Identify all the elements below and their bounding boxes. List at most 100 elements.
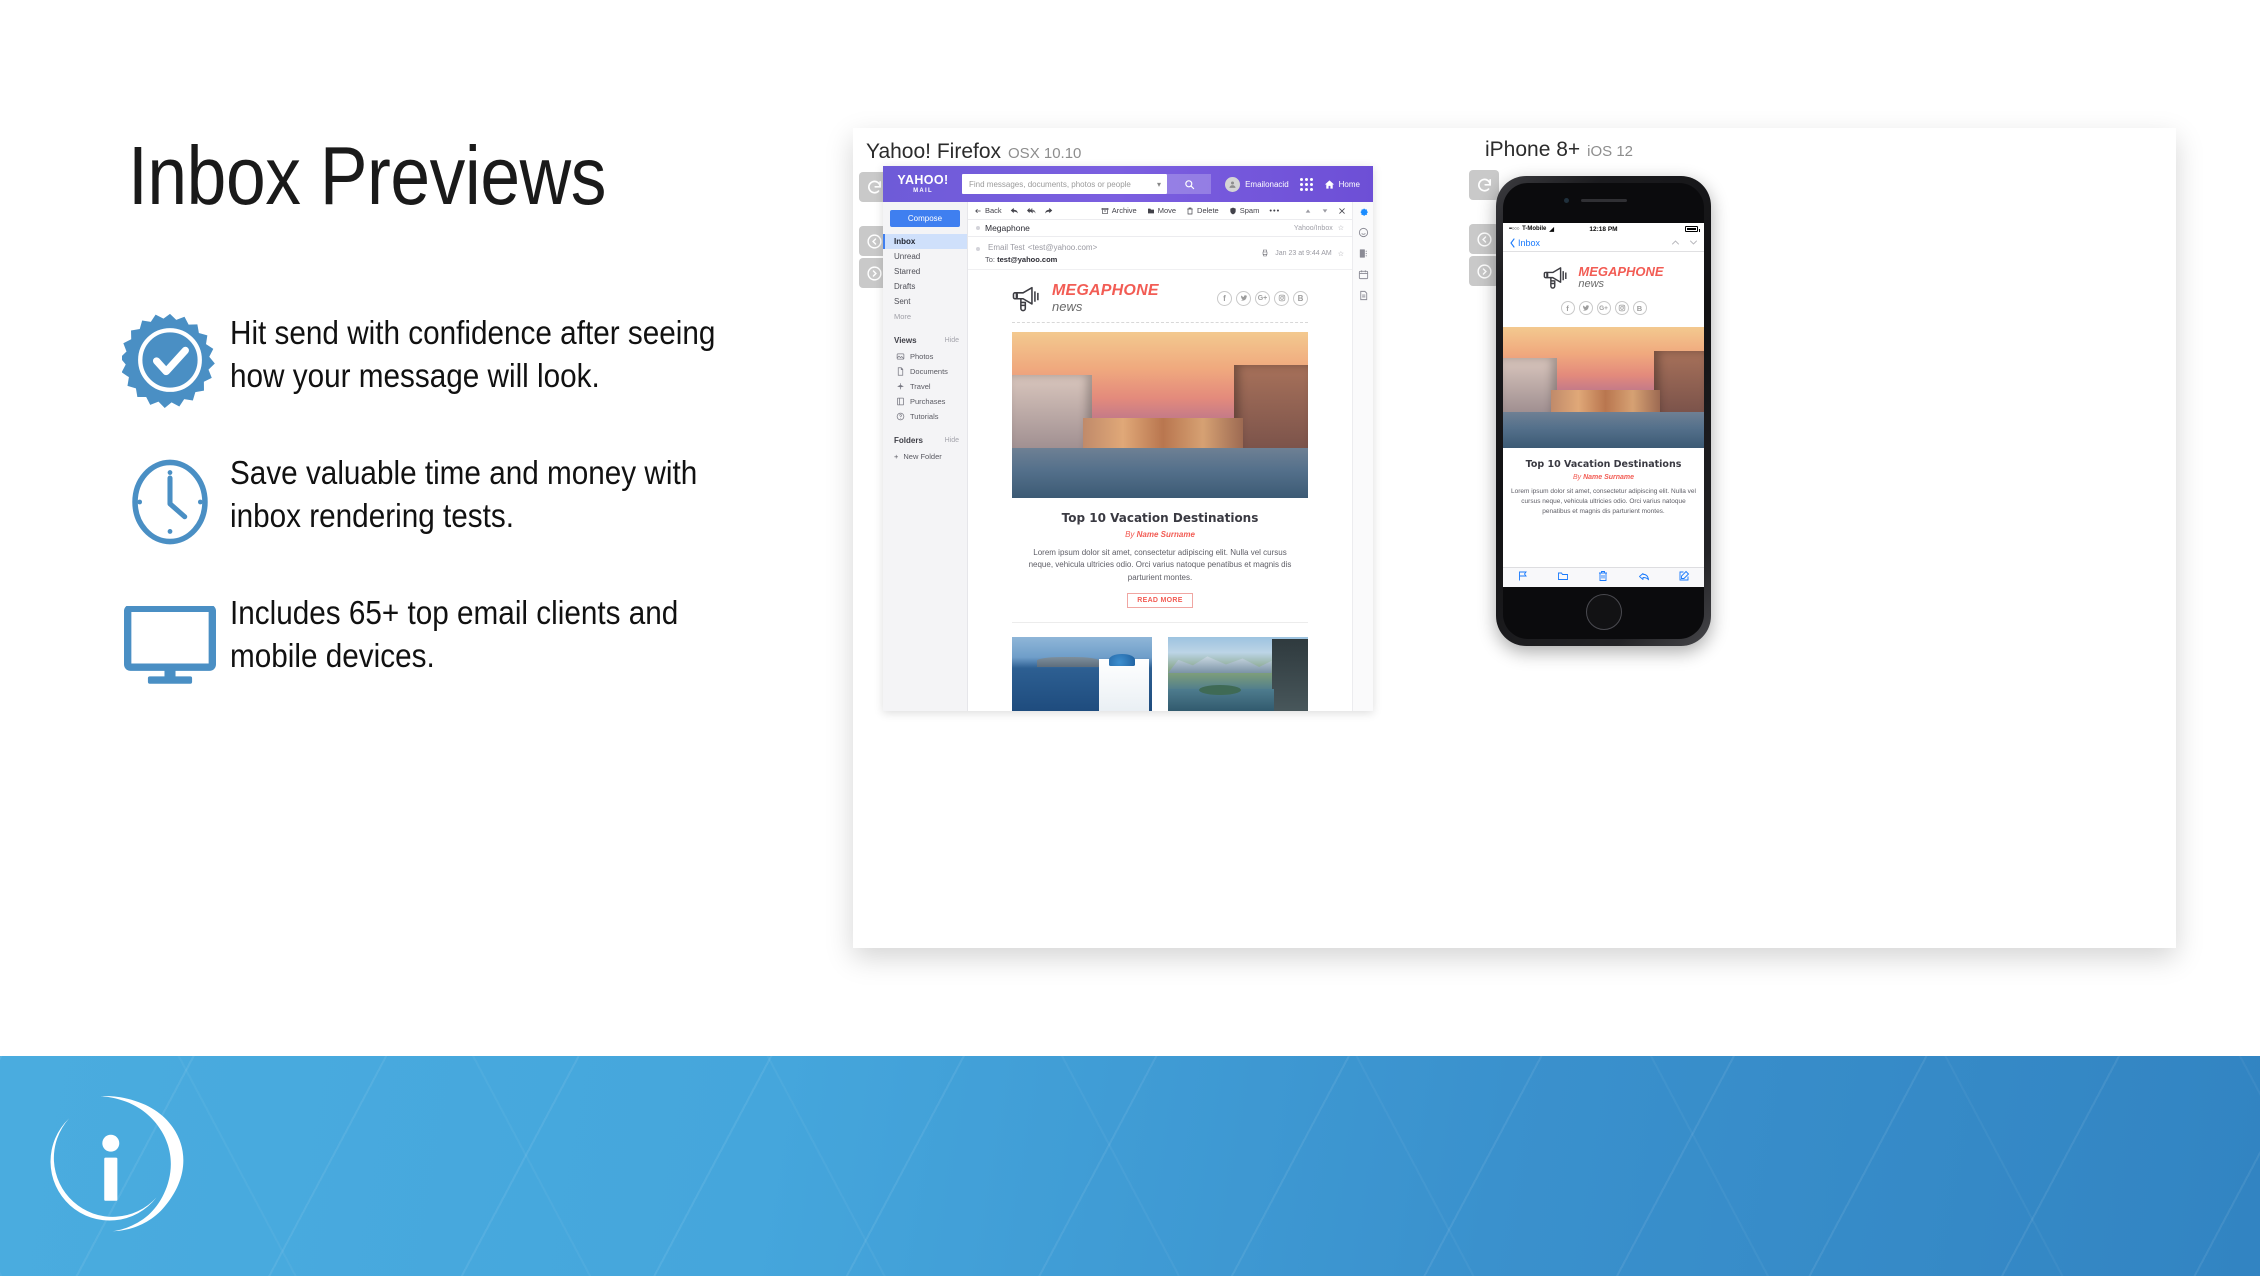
recipient-label: To: — [985, 255, 996, 264]
print-icon[interactable] — [1261, 249, 1269, 259]
apps-grid-icon[interactable] — [1299, 177, 1313, 191]
new-folder-button[interactable]: + New Folder — [883, 449, 967, 464]
calendar-icon[interactable] — [1358, 269, 1369, 280]
sidebar-item-label: Tutorials — [910, 412, 939, 421]
megaphone-wordmark: MEGAPHONE news — [1578, 265, 1663, 290]
banner-pattern-secondary — [0, 1056, 2260, 1276]
arrow-left-icon — [975, 208, 981, 213]
next-message-button[interactable] — [1689, 234, 1698, 252]
article-title: Top 10 Vacation Destinations — [1061, 511, 1259, 525]
home-label: Home — [1338, 179, 1360, 189]
chevron-down-icon[interactable]: ▾ — [1151, 180, 1167, 189]
reply-button[interactable] — [1010, 206, 1019, 215]
yahoo-search-bar[interactable]: ▾ — [962, 174, 1167, 194]
google-plus-icon[interactable]: G+ — [1596, 301, 1611, 315]
instagram-icon[interactable] — [1614, 301, 1629, 315]
twitter-icon[interactable] — [1578, 301, 1593, 315]
preview-canvas: Yahoo! Firefox OSX 10.10 iPhone 8+ iOS 12 … — [853, 128, 2176, 948]
back-button[interactable]: Back — [974, 206, 1002, 215]
account-chip[interactable]: Emailonacid — [1225, 176, 1289, 192]
close-button[interactable] — [1338, 202, 1346, 220]
folder-icon[interactable] — [1557, 569, 1569, 587]
thumbnail-image[interactable] — [1168, 637, 1308, 711]
sidebar-item-travel[interactable]: Travel — [883, 379, 967, 394]
blogger-icon[interactable]: B — [1632, 301, 1647, 315]
sidebar-item-documents[interactable]: Documents — [883, 364, 967, 379]
hero-image — [1503, 327, 1704, 448]
sidebar-item-photos[interactable]: Photos — [883, 349, 967, 364]
sidebar-item-label: Travel — [910, 382, 931, 391]
facebook-icon[interactable]: f — [1217, 290, 1232, 306]
trash-icon[interactable] — [1597, 569, 1609, 587]
home-button[interactable]: Home — [1324, 179, 1360, 190]
contacts-icon[interactable] — [1358, 248, 1369, 259]
home-button[interactable] — [1585, 594, 1622, 630]
search-input[interactable] — [962, 179, 1151, 189]
sidebar-item-starred[interactable]: Starred — [883, 264, 967, 279]
reply-icon[interactable] — [1638, 569, 1650, 587]
thumbnail-image[interactable] — [1012, 637, 1152, 711]
megaphone-wordmark: MEGAPHONE news — [1052, 283, 1159, 314]
article-byline: By Name Surname — [1503, 474, 1704, 481]
sidebar-item-purchases[interactable]: Purchases — [883, 394, 967, 409]
reply-all-button[interactable] — [1026, 206, 1036, 215]
instagram-icon[interactable] — [1274, 290, 1289, 306]
move-button[interactable]: Move — [1147, 206, 1176, 215]
read-more-button[interactable]: READ MORE — [1127, 593, 1193, 609]
back-to-inbox-button[interactable]: Inbox — [1509, 238, 1540, 248]
sidebar-item-more[interactable]: More — [883, 309, 967, 324]
previous-message-button[interactable] — [1671, 234, 1680, 252]
thumbnail-row — [1012, 637, 1308, 711]
star-icon[interactable]: ☆ — [1338, 224, 1344, 232]
notepad-icon[interactable] — [1358, 290, 1369, 301]
archive-label: Archive — [1111, 206, 1137, 215]
sender-dot-icon — [976, 247, 980, 251]
flag-icon[interactable] — [1517, 569, 1529, 587]
iphone-device-frame: ••○○○ T-Mobile ◢ 12:18 PM Inbox MEGAPHON… — [1496, 176, 1711, 646]
mobile-os-name: iOS 12 — [1587, 143, 1634, 160]
sidebar-item-unread[interactable]: Unread — [883, 249, 967, 264]
smiley-icon[interactable] — [1358, 227, 1369, 238]
mobile-previous-button[interactable] — [1469, 224, 1499, 254]
brand-name: MEGAPHONE — [1578, 263, 1664, 279]
byline-author: Name Surname — [1583, 474, 1635, 481]
yahoo-sidebar: Compose Inbox Unread Starred Drafts Sent… — [883, 202, 968, 711]
views-hide-link[interactable]: Hide — [945, 337, 959, 344]
sidebar-item-drafts[interactable]: Drafts — [883, 279, 967, 294]
byline-author: Name Surname — [1136, 530, 1195, 539]
iphone-screen: ••○○○ T-Mobile ◢ 12:18 PM Inbox MEGAPHON… — [1503, 223, 1704, 587]
facebook-icon[interactable]: f — [1560, 301, 1575, 315]
article-body: Lorem ipsum dolor sit amet, consectetur … — [1511, 488, 1696, 516]
google-plus-icon[interactable]: G+ — [1255, 290, 1270, 306]
article-body: Lorem ipsum dolor sit amet, consectetur … — [1028, 548, 1292, 582]
archive-button[interactable]: Archive — [1101, 206, 1137, 215]
previous-message-button[interactable] — [1304, 202, 1312, 220]
mobile-next-button[interactable] — [1469, 256, 1499, 286]
yahoo-mail-logo[interactable]: YAHOO! MAIL — [892, 174, 954, 194]
sidebar-item-label: Documents — [910, 367, 948, 376]
compose-icon[interactable] — [1678, 569, 1690, 587]
blogger-icon[interactable]: B — [1293, 290, 1308, 306]
twitter-icon[interactable] — [1236, 290, 1251, 306]
more-actions-button[interactable]: ••• — [1269, 206, 1280, 215]
gear-icon[interactable] — [1358, 206, 1369, 217]
spam-button[interactable]: Spam — [1229, 206, 1259, 215]
mobile-refresh-button[interactable] — [1469, 170, 1499, 200]
delete-button[interactable]: Delete — [1186, 206, 1219, 215]
folders-hide-link[interactable]: Hide — [945, 437, 959, 444]
sidebar-item-inbox[interactable]: Inbox — [883, 234, 967, 249]
list-item: Hit send with confidence after seeing ho… — [110, 310, 810, 408]
hero-image — [1012, 332, 1308, 498]
sidebar-item-tutorials[interactable]: Tutorials — [883, 409, 967, 424]
search-button[interactable] — [1167, 174, 1211, 194]
compose-button[interactable]: Compose — [890, 210, 960, 227]
carrier-name: T-Mobile — [1522, 226, 1547, 232]
star-icon[interactable]: ☆ — [1338, 250, 1344, 258]
message-body-scroll[interactable]: MEGAPHONE news f G+ B Top 10 Vacation De… — [968, 270, 1352, 711]
sidebar-item-sent[interactable]: Sent — [883, 294, 967, 309]
account-name: Emailonacid — [1245, 179, 1289, 189]
next-message-button[interactable] — [1321, 202, 1329, 220]
list-item-label: Hit send with confidence after seeing ho… — [230, 314, 716, 394]
yahoo-right-rail — [1352, 202, 1373, 711]
forward-button[interactable] — [1044, 206, 1053, 215]
